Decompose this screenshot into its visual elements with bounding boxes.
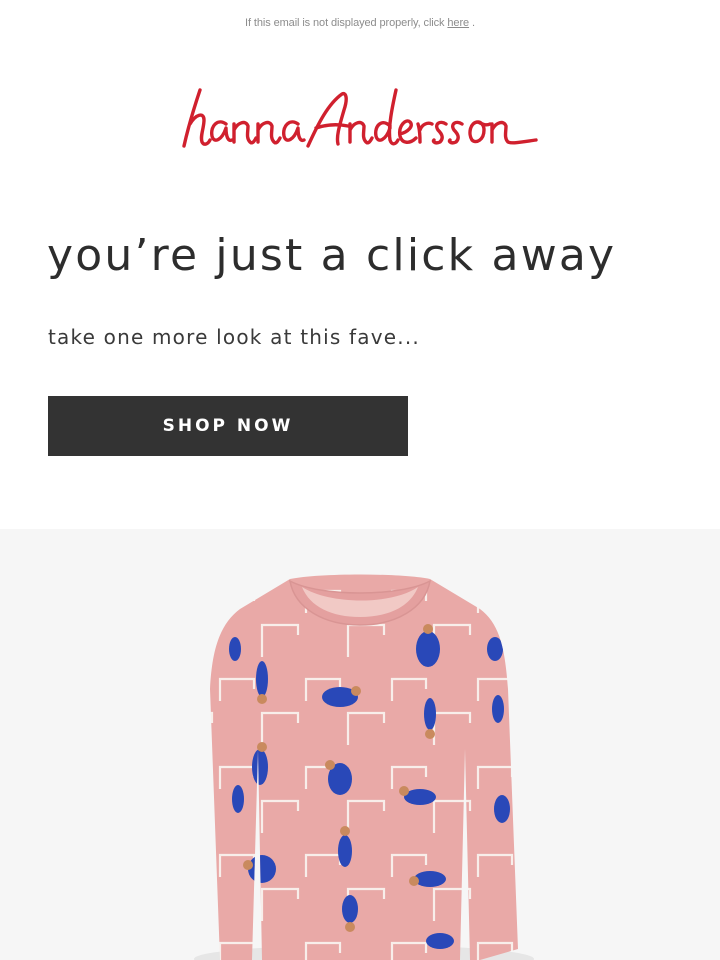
product-image-panel[interactable] [0,529,720,960]
brand-logo[interactable] [178,84,542,154]
preheader-suffix: . [469,17,475,29]
preheader-text: If this email is not displayed properly,… [245,17,448,29]
brand-logo-script [182,88,538,148]
pajama-top [210,574,518,960]
shop-now-button[interactable]: SHOP NOW [48,396,408,456]
product-image [194,574,534,960]
subhead: take one more look at this fave... [48,325,420,349]
view-in-browser-link[interactable]: here [447,17,469,29]
headline: you’re just a click away [47,230,617,281]
preheader: If this email is not displayed properly,… [0,17,720,29]
